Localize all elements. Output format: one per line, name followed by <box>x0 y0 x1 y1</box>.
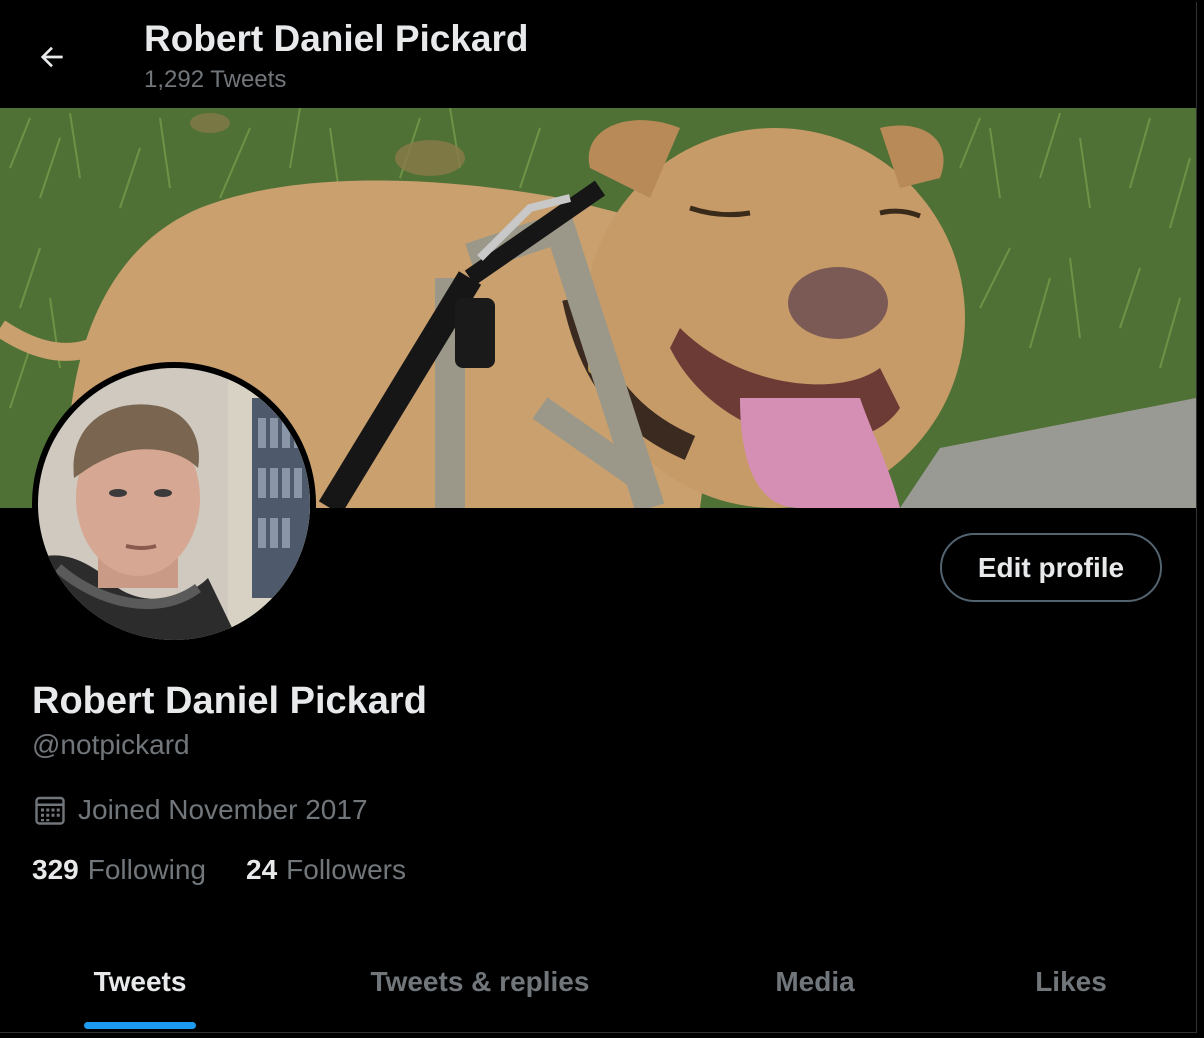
profile-page: Robert Daniel Pickard 1,292 Tweets Edit … <box>0 2 1197 1033</box>
followers-label: Followers <box>286 854 406 885</box>
tab-tweets[interactable]: Tweets <box>0 932 280 1032</box>
avatar-photo <box>38 368 310 640</box>
followers-count: 24 <box>246 854 278 885</box>
tab-likes[interactable]: Likes <box>950 932 1192 1032</box>
following-link[interactable]: 329 Following <box>32 854 206 886</box>
follow-stats: 329 Following 24 Followers <box>32 854 406 886</box>
followers-link[interactable]: 24 Followers <box>246 854 406 886</box>
arrow-left-icon <box>40 46 63 68</box>
header-title: Robert Daniel Pickard <box>144 18 529 59</box>
calendar-icon <box>35 796 65 825</box>
user-handle: @notpickard <box>32 729 190 760</box>
edit-profile-button[interactable]: Edit profile <box>940 533 1162 602</box>
active-tab-indicator <box>84 1022 196 1029</box>
avatar[interactable] <box>32 362 316 646</box>
joined-date: Joined November 2017 <box>32 792 368 828</box>
profile-tabs: Tweets Tweets & replies Media Likes <box>0 932 1196 1032</box>
tab-tweets-replies[interactable]: Tweets & replies <box>280 932 680 1032</box>
back-button[interactable] <box>24 29 80 85</box>
following-label: Following <box>87 854 206 885</box>
tab-media[interactable]: Media <box>680 932 950 1032</box>
profile-header: Robert Daniel Pickard 1,292 Tweets <box>0 2 1196 108</box>
display-name: Robert Daniel Pickard <box>32 680 427 722</box>
joined-text: Joined November 2017 <box>78 794 368 825</box>
following-count: 329 <box>32 854 79 885</box>
tweet-count: 1,292 Tweets <box>144 66 287 93</box>
